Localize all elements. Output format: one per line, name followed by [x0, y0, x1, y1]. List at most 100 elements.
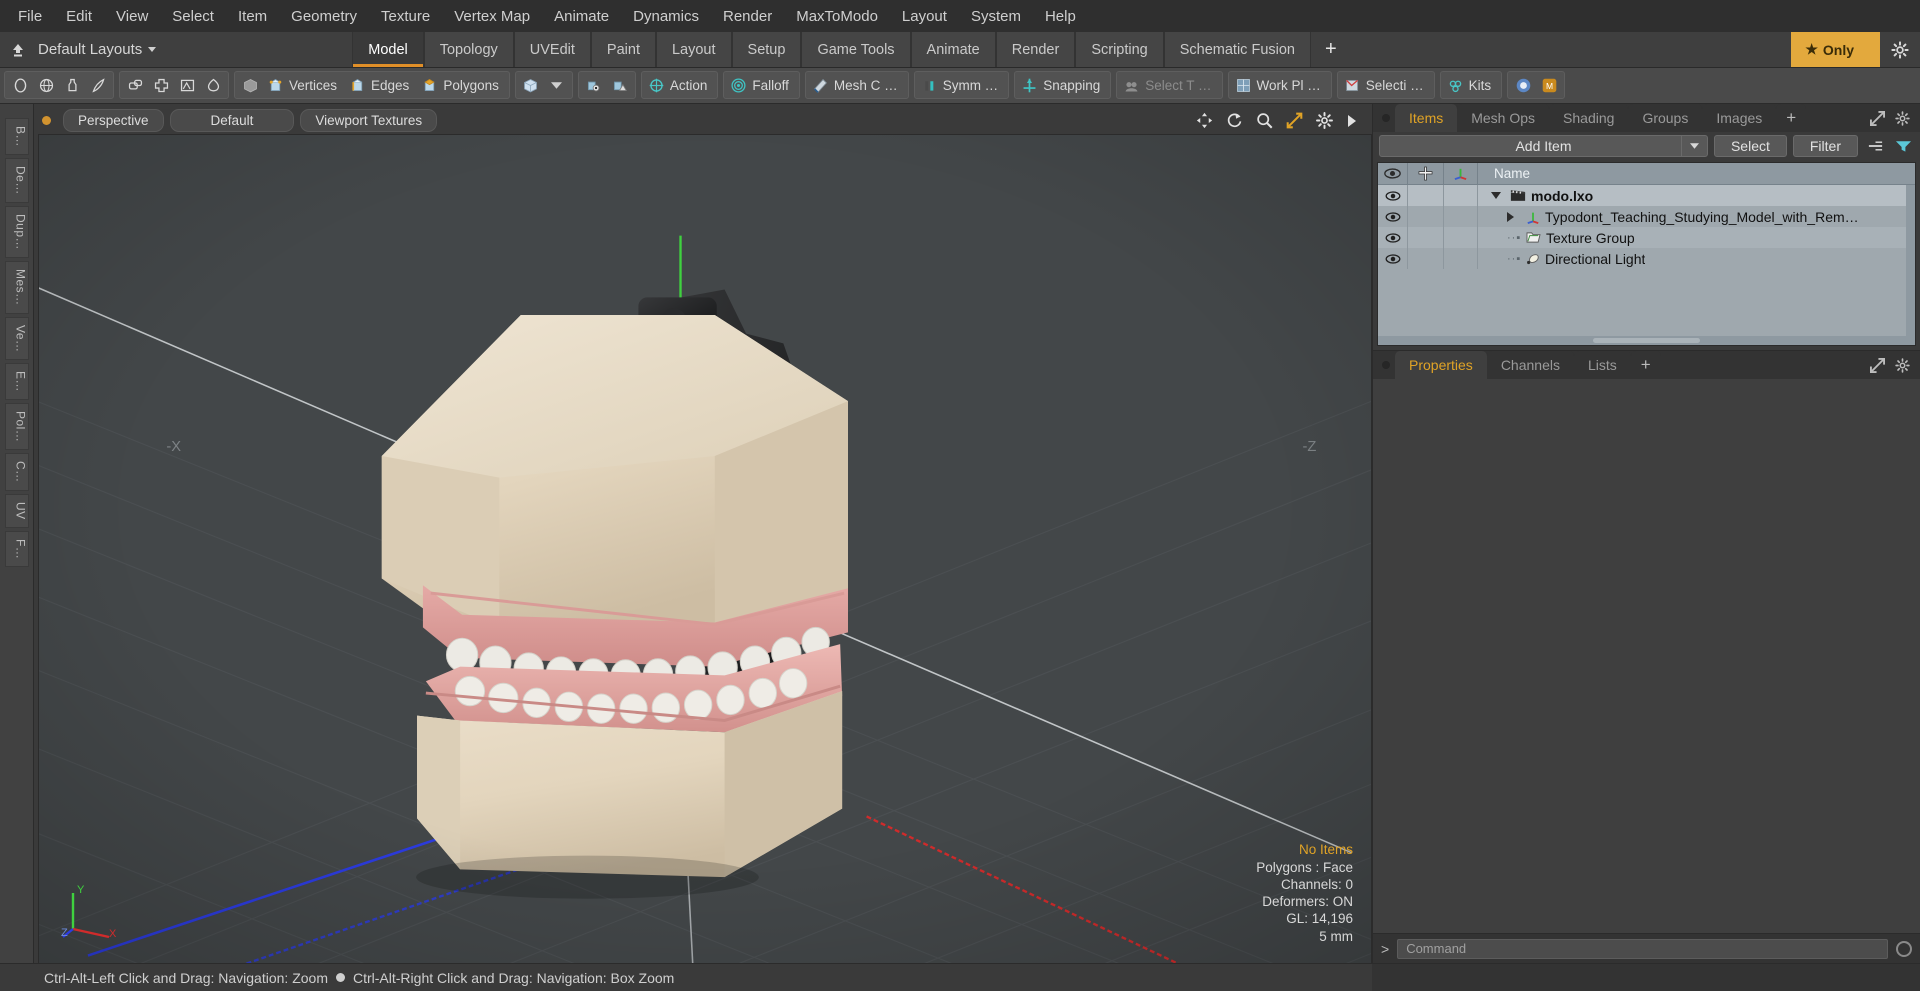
menu-item-layout[interactable]: Layout [890, 4, 959, 29]
properties-tab-properties[interactable]: Properties [1395, 351, 1487, 379]
table-row[interactable]: ··▪ Texture Group [1378, 227, 1915, 248]
toolbar-button-chevron-down-icon[interactable] [544, 73, 570, 97]
minus-icon[interactable] [1864, 135, 1886, 157]
add-panel-tab-button[interactable]: + [1776, 104, 1807, 132]
left-strip-tab-9[interactable]: F… [4, 530, 29, 568]
left-strip-tab-4[interactable]: Ve… [4, 316, 29, 361]
toolbar-button-cone-icon[interactable] [85, 73, 111, 97]
panel-tab-images[interactable]: Images [1702, 104, 1777, 132]
column-visibility-eye-icon[interactable] [1378, 163, 1408, 184]
toolbar-button-duplicate-icon[interactable] [122, 73, 148, 97]
left-strip-tab-8[interactable]: UV [4, 494, 29, 528]
gear-icon[interactable] [1895, 110, 1910, 126]
panel-tab-groups[interactable]: Groups [1628, 104, 1703, 132]
row-axis-cell[interactable] [1444, 248, 1478, 269]
viewport-menu-dot-icon[interactable] [42, 116, 51, 126]
home-up-icon[interactable] [8, 40, 28, 60]
properties-tab-channels[interactable]: Channels [1486, 351, 1574, 379]
toolbar-button-capsule-icon[interactable] [59, 73, 85, 97]
left-strip-tab-5[interactable]: E… [4, 363, 29, 401]
add-properties-tab-button[interactable]: + [1630, 351, 1661, 379]
select-button[interactable]: Select [1713, 135, 1787, 157]
filter-button[interactable]: Filter [1792, 135, 1858, 157]
toolbar-button-material-icon[interactable] [581, 73, 607, 97]
expand-icon[interactable] [1870, 110, 1885, 126]
toolbar-button-polygons[interactable]: Polygons [417, 73, 507, 97]
viewport-3d[interactable]: -X -Z [38, 133, 1372, 963]
menu-item-system[interactable]: System [959, 4, 1033, 29]
row-lock-cell[interactable] [1408, 227, 1444, 248]
left-strip-tab-7[interactable]: C… [4, 453, 29, 492]
layout-tab-animate[interactable]: Animate [910, 32, 996, 67]
zoom-icon[interactable] [1256, 112, 1273, 129]
filter-icon[interactable] [1892, 135, 1914, 157]
pan-icon[interactable] [1196, 112, 1213, 129]
toolbar-button-falloff[interactable]: Falloff [726, 73, 797, 97]
row-lock-cell[interactable] [1408, 206, 1444, 227]
row-axis-cell[interactable] [1444, 227, 1478, 248]
play-arrow-icon[interactable] [1346, 114, 1358, 128]
toolbar-button-item-cube-icon[interactable] [518, 73, 544, 97]
left-strip-tab-2[interactable]: Dup… [4, 205, 29, 258]
layout-tab-schematic-fusion[interactable]: Schematic Fusion [1163, 32, 1311, 67]
item-tree-hscrollbar[interactable] [1378, 336, 1915, 345]
row-axis-cell[interactable] [1444, 206, 1478, 227]
row-visibility-eye-icon[interactable] [1378, 206, 1408, 227]
toolbar-button-bevel-icon[interactable] [174, 73, 200, 97]
toolbar-button-selecti[interactable]: Selecti … [1340, 73, 1432, 97]
row-lock-cell[interactable] [1408, 248, 1444, 269]
layout-tab-uvedit[interactable]: UVEdit [513, 32, 591, 67]
properties-tab-lists[interactable]: Lists [1573, 351, 1631, 379]
toolbar-button-edges[interactable]: Edges [345, 73, 417, 97]
layout-tab-topology[interactable]: Topology [423, 32, 514, 67]
expander-down-icon[interactable] [1491, 192, 1505, 199]
menu-item-item[interactable]: Item [226, 4, 279, 29]
record-circle-icon[interactable] [1896, 940, 1912, 957]
layout-selector[interactable]: Default Layouts [38, 41, 157, 58]
menu-item-geometry[interactable]: Geometry [279, 4, 369, 29]
layout-tab-paint[interactable]: Paint [590, 32, 656, 67]
toolbar-button-snapping[interactable]: Snapping [1017, 73, 1108, 97]
toolbar-button-select-t[interactable]: Select T … [1119, 73, 1219, 97]
menu-item-edit[interactable]: Edit [54, 4, 104, 29]
toolbar-button-help-circle-icon[interactable] [1510, 73, 1536, 97]
panel-tab-shading[interactable]: Shading [1549, 104, 1629, 132]
viewport-shading-selector[interactable]: Default [169, 109, 295, 133]
layout-tab-render[interactable]: Render [995, 32, 1076, 67]
add-layout-tab-button[interactable]: + [1310, 32, 1351, 67]
only-button[interactable]: ★ Only [1791, 32, 1880, 67]
toolbar-button-grid-icon[interactable] [148, 73, 174, 97]
row-lock-cell[interactable] [1408, 185, 1444, 206]
toolbar-button-kits[interactable]: Kits [1443, 73, 1500, 97]
viewport-view-selector[interactable]: Perspective [63, 109, 164, 133]
toolbar-button-symm[interactable]: Symm … [917, 73, 1007, 97]
toolbar-button-sphere-icon[interactable] [7, 73, 33, 97]
left-strip-tab-0[interactable]: B… [4, 118, 29, 156]
add-item-button[interactable]: Add Item [1379, 135, 1708, 157]
left-strip-tab-3[interactable]: Mes… [4, 260, 29, 314]
toolbar-button-vertices[interactable]: Vertices [263, 73, 345, 97]
menu-item-maxtomodo[interactable]: MaxToModo [784, 4, 890, 29]
expander-right-icon[interactable] [1507, 211, 1521, 222]
layout-tab-game-tools[interactable]: Game Tools [801, 32, 911, 67]
panel-menu-dot-icon[interactable] [1377, 104, 1395, 132]
toolbar-button-teardrop-icon[interactable] [200, 73, 226, 97]
menu-item-animate[interactable]: Animate [542, 4, 621, 29]
rotate-icon[interactable] [1226, 112, 1243, 129]
menu-item-select[interactable]: Select [160, 4, 226, 29]
item-tree[interactable]: Name modo.lxo Typodont_Teaching_Studying_… [1377, 162, 1916, 346]
table-row[interactable]: ··▪ Directional Light [1378, 248, 1915, 269]
layout-tab-setup[interactable]: Setup [731, 32, 802, 67]
toolbar-button-action[interactable]: Action [644, 73, 716, 97]
menu-item-file[interactable]: File [6, 4, 54, 29]
table-row[interactable]: Typodont_Teaching_Studying_Model_with_Re… [1378, 206, 1915, 227]
toolbar-button-texture-icon[interactable] [607, 73, 633, 97]
layout-tab-model[interactable]: Model [352, 32, 424, 67]
column-lock-move-icon[interactable] [1408, 163, 1444, 184]
row-visibility-eye-icon[interactable] [1378, 185, 1408, 206]
viewport-textures-selector[interactable]: Viewport Textures [300, 109, 438, 133]
fit-icon[interactable] [1286, 112, 1303, 129]
item-tree-scrollbar[interactable] [1906, 185, 1915, 345]
layout-tab-layout[interactable]: Layout [655, 32, 732, 67]
left-strip-tab-1[interactable]: De… [4, 158, 29, 203]
